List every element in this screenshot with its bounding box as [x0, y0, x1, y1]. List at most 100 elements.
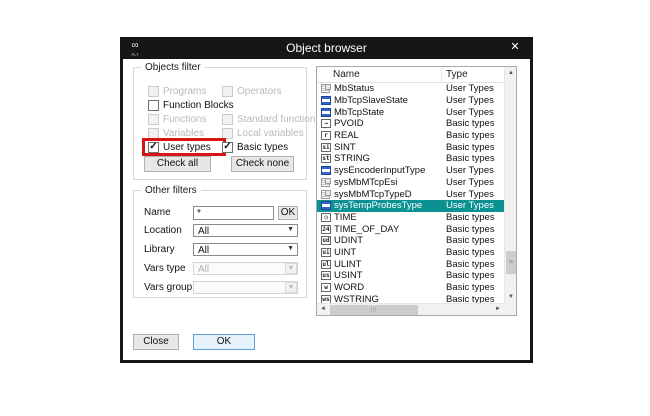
row-type: User Types — [446, 200, 494, 211]
row-type: Basic types — [446, 130, 495, 141]
row-type: User Types — [446, 83, 494, 94]
row-name: STRING — [334, 153, 370, 164]
checkbox-box — [148, 128, 159, 139]
row-name: WSTRING — [334, 294, 379, 303]
vertical-scroll-thumb[interactable]: ≡ — [506, 251, 516, 274]
check-all-button[interactable]: Check all — [144, 156, 211, 172]
types-list-rows: MbStatus User Types MbTcpSlaveState User… — [317, 83, 504, 303]
column-header-type[interactable]: Type — [446, 69, 468, 80]
table-row[interactable]: si SINT Basic types — [317, 141, 504, 153]
checkbox-label: Variables — [163, 128, 204, 139]
location-dropdown[interactable]: All ▼ — [193, 224, 298, 237]
ok-button[interactable]: OK — [193, 334, 255, 350]
row-type: Basic types — [446, 259, 495, 270]
row-type: Basic types — [446, 294, 495, 303]
vars-group-label: Vars group — [144, 282, 192, 293]
table-row[interactable]: MbStatus User Types — [317, 83, 504, 95]
other-filters-legend: Other filters — [141, 185, 201, 196]
location-filter-row: Location All ▼ — [134, 224, 306, 238]
checkbox-user-types[interactable]: ✓ User types — [148, 142, 222, 153]
table-row[interactable]: st STRING Basic types — [317, 153, 504, 165]
library-label: Library — [144, 244, 175, 255]
table-row[interactable]: MbTcpState User Types — [317, 106, 504, 118]
checkbox-function-blocks[interactable]: Function Blocks — [148, 100, 222, 111]
table-row[interactable]: → PVOID Basic types — [317, 118, 504, 130]
row-type: Basic types — [446, 224, 495, 235]
table-row[interactable]: us USINT Basic types — [317, 270, 504, 282]
checkbox-box: ✓ — [222, 142, 233, 153]
row-name: MbTcpState — [334, 107, 384, 118]
table-row[interactable]: sysTempProbesType User Types — [317, 200, 504, 212]
table-row[interactable]: ◷ TIME Basic types — [317, 212, 504, 224]
row-name: ULINT — [334, 259, 361, 270]
object-browser-dialog: ∞PLT Object browser ✕ Objects filter Pro… — [120, 37, 533, 363]
close-button[interactable]: Close — [133, 334, 179, 350]
letter-icon: ul — [321, 260, 331, 269]
horizontal-scroll-thumb[interactable]: ||| — [330, 305, 418, 315]
objects-filter-checkboxes: Programs Operators Function Blocks Funct… — [148, 84, 302, 154]
scrollbar-corner — [504, 303, 516, 315]
table-row[interactable]: ui UINT Basic types — [317, 247, 504, 259]
vars-group-filter-row: Vars group ▼ — [134, 281, 306, 295]
row-name: SINT — [334, 142, 356, 153]
table-row[interactable]: sysEncoderInputType User Types — [317, 165, 504, 177]
row-name: sysMbMTcpTypeD — [334, 189, 412, 200]
enum-icon — [321, 166, 331, 175]
scroll-down-icon[interactable]: ▼ — [505, 291, 517, 303]
close-icon[interactable]: ✕ — [506, 37, 524, 59]
row-type: Basic types — [446, 247, 495, 258]
objects-filter-group: Objects filter Programs Operators Functi… — [133, 67, 307, 180]
checkbox-functions: Functions — [148, 114, 222, 125]
checkbox-variables: Variables — [148, 128, 222, 139]
table-row[interactable]: ul ULINT Basic types — [317, 258, 504, 270]
checkbox-basic-types[interactable]: ✓ Basic types — [222, 142, 320, 153]
checkmark-icon: ✓ — [149, 142, 157, 152]
row-type: Basic types — [446, 282, 495, 293]
scroll-up-icon[interactable]: ▲ — [505, 67, 517, 79]
checkbox-label: Standard functions — [237, 114, 320, 125]
checkbox-label: Programs — [163, 86, 206, 97]
enum-icon — [321, 108, 331, 117]
letter-icon: ui — [321, 248, 331, 257]
checkbox-operators: Operators — [222, 86, 320, 97]
check-none-button[interactable]: Check none — [231, 156, 294, 172]
name-filter-input[interactable] — [193, 206, 274, 220]
row-name: sysTempProbesType — [334, 200, 422, 211]
name-filter-ok-button[interactable]: OK — [278, 206, 298, 220]
desktop-background: ∞PLT Object browser ✕ Objects filter Pro… — [0, 0, 650, 416]
checkbox-label: Operators — [237, 86, 281, 97]
list-header[interactable]: Name Type — [317, 67, 504, 83]
enum-icon — [321, 201, 331, 210]
row-type: Basic types — [446, 212, 495, 223]
table-row[interactable]: ud UDINT Basic types — [317, 235, 504, 247]
vertical-scrollbar[interactable]: ▲ ≡ ▼ — [504, 67, 516, 303]
row-name: USINT — [334, 270, 363, 281]
checkbox-box — [222, 128, 233, 139]
library-dropdown[interactable]: All ▼ — [193, 243, 298, 256]
table-row[interactable]: sysMbMTcpTypeD User Types — [317, 188, 504, 200]
struct-icon — [321, 84, 331, 93]
scroll-right-icon[interactable]: ► — [492, 304, 504, 316]
table-row[interactable]: MbTcpSlaveState User Types — [317, 95, 504, 107]
checkbox-box — [222, 86, 233, 97]
table-row[interactable]: sysMbMTcpEsi User Types — [317, 177, 504, 189]
column-header-name[interactable]: Name — [333, 69, 360, 80]
table-row[interactable]: r REAL Basic types — [317, 130, 504, 142]
row-name: MbTcpSlaveState — [334, 95, 408, 106]
dialog-body: Objects filter Programs Operators Functi… — [123, 59, 530, 360]
checkbox-local-variables: Local variables — [222, 128, 320, 139]
column-separator — [441, 68, 442, 82]
enum-icon — [321, 96, 331, 105]
row-name: TIME_OF_DAY — [334, 224, 399, 235]
horizontal-scrollbar[interactable]: ◄ ||| ► — [317, 303, 504, 315]
dialog-titlebar[interactable]: ∞PLT Object browser ✕ — [120, 37, 533, 59]
chevron-down-icon: ▼ — [285, 263, 297, 274]
table-row[interactable]: ws WSTRING Basic types — [317, 293, 504, 303]
table-row[interactable]: w WORD Basic types — [317, 282, 504, 294]
checkbox-label: Basic types — [237, 142, 288, 153]
row-name: sysMbMTcpEsi — [334, 177, 397, 188]
letter-icon: ws — [321, 295, 331, 303]
table-row[interactable]: 24 TIME_OF_DAY Basic types — [317, 223, 504, 235]
scroll-left-icon[interactable]: ◄ — [317, 304, 329, 316]
letter-icon: si — [321, 143, 331, 152]
